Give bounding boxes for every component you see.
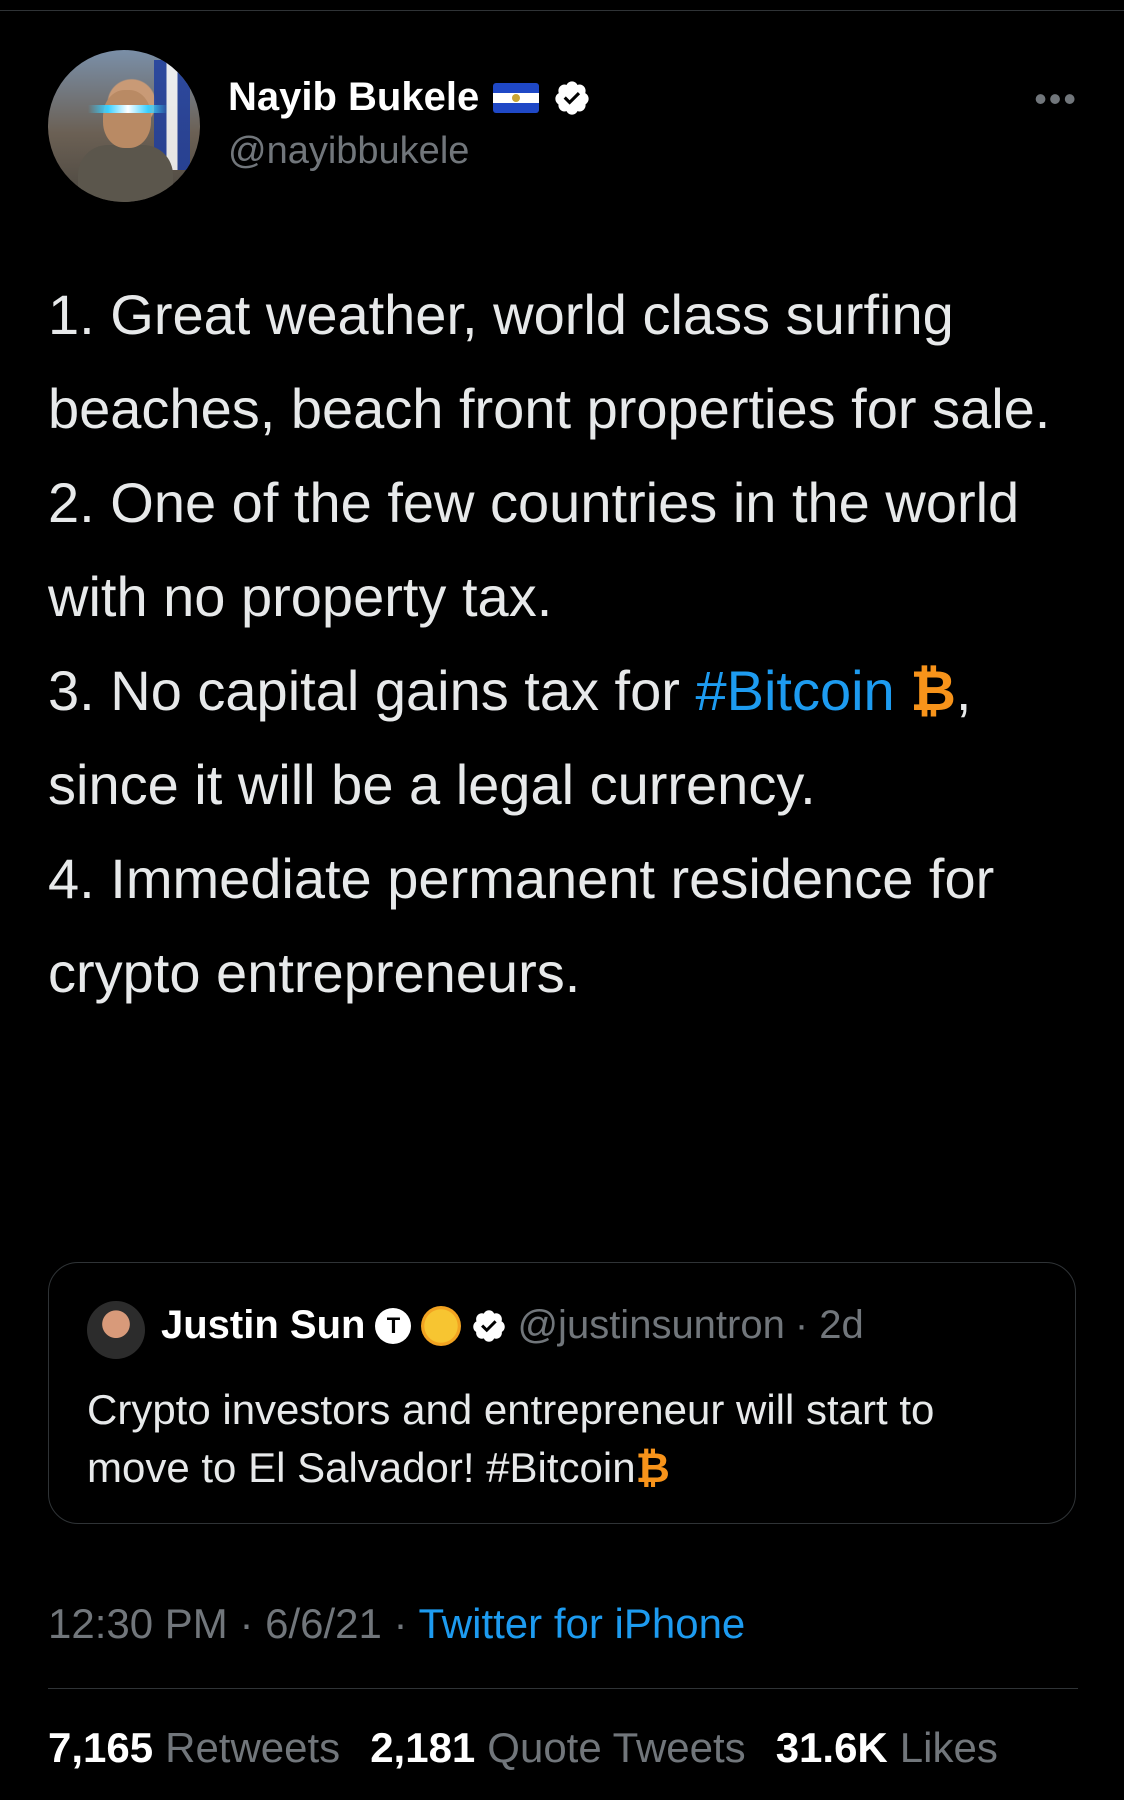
meta-separator: · <box>381 1600 419 1647</box>
tweet-time: 12:30 PM <box>48 1600 228 1647</box>
tweet-source-link[interactable]: Twitter for iPhone <box>418 1600 745 1647</box>
quoted-tweet-card[interactable]: Justin Sun T @justinsuntron · 2d Crypto … <box>48 1262 1076 1524</box>
retweets-label: Retweets <box>165 1724 341 1771</box>
bitcoin-hashtag-link[interactable]: #Bitcoin <box>695 659 894 722</box>
likes-label: Likes <box>899 1724 998 1771</box>
verified-badge-icon <box>473 1309 506 1342</box>
quoted-avatar[interactable] <box>87 1301 145 1359</box>
el-salvador-flag-icon <box>493 82 540 113</box>
tweet-date: 6/6/21 <box>265 1600 382 1647</box>
retweets-count: 7,165 <box>48 1724 154 1771</box>
top-divider <box>0 10 1124 11</box>
author-row: Nayib Bukele <box>228 75 591 120</box>
likes-stat[interactable]: 31.6K Likes <box>776 1724 998 1772</box>
quoted-author-row: Justin Sun T @justinsuntron · 2d <box>161 1303 864 1348</box>
quoted-author-handle[interactable]: @justinsuntron <box>517 1303 784 1348</box>
quoted-tweet-text: Crypto investors and entrepreneur will s… <box>87 1381 1047 1497</box>
sun-emoji-icon <box>421 1305 462 1346</box>
likes-count: 31.6K <box>775 1724 888 1771</box>
tweet-meta: 12:30 PM · 6/6/21 · Twitter for iPhone <box>48 1600 745 1648</box>
avatar-laser-eyes <box>88 105 168 113</box>
tweet-text-space <box>895 659 911 722</box>
verified-badge-icon <box>555 80 589 115</box>
tron-logo-icon: T <box>375 1307 412 1344</box>
quoted-tweet-body: Crypto investors and entrepreneur will s… <box>87 1386 935 1491</box>
stats-divider <box>48 1688 1078 1689</box>
quote-tweets-count: 2,181 <box>370 1724 476 1771</box>
bitcoin-icon: ₿ <box>910 659 956 722</box>
avatar-face <box>103 90 151 148</box>
meta-separator: · <box>227 1600 266 1647</box>
quote-tweets-stat[interactable]: 2,181 Quote Tweets <box>370 1724 746 1772</box>
avatar-jacket <box>78 145 173 202</box>
quoted-author-name[interactable]: Justin Sun <box>161 1303 365 1348</box>
more-options-icon[interactable]: ••• <box>1034 78 1078 120</box>
tweet-stats: 7,165 Retweets 2,181 Quote Tweets 31.6K Lik… <box>48 1724 998 1772</box>
avatar[interactable] <box>48 50 200 202</box>
quote-tweets-label: Quote Tweets <box>487 1724 746 1771</box>
tweet-text-part-1: 1. Great weather, world class surfing be… <box>48 283 1051 722</box>
quoted-tweet-time: · 2d <box>794 1303 864 1347</box>
bitcoin-icon: ₿ <box>635 1444 670 1491</box>
author-handle[interactable]: @nayibbukele <box>228 130 469 173</box>
tweet-body: 1. Great weather, world class surfing be… <box>48 268 1078 1020</box>
author-name[interactable]: Nayib Bukele <box>228 75 479 120</box>
tweet-header: Nayib Bukele @nayibbukele ••• <box>48 50 1078 202</box>
retweets-stat[interactable]: 7,165 Retweets <box>48 1724 340 1772</box>
